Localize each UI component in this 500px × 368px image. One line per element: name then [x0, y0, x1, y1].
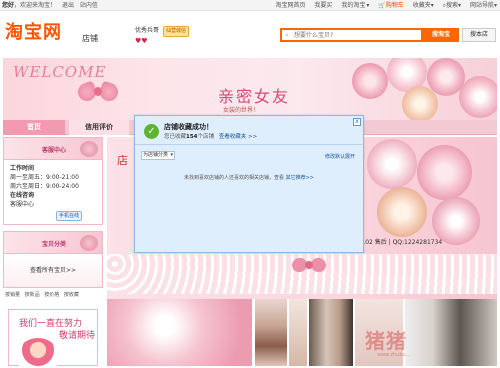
- search-box[interactable]: ⌕: [280, 28, 423, 42]
- ad-line2: 敬请期待: [59, 331, 96, 341]
- product-photo[interactable]: [405, 299, 497, 366]
- check-icon: ✓: [144, 124, 159, 139]
- top-bar-right: 淘宝网首页 我要买 我的淘宝▾ 🛒购物车 收藏夹▾ ⌕搜索▾ 网站导航▾: [268, 0, 497, 11]
- mobile-online-badge[interactable]: 手机在线: [56, 211, 83, 221]
- banner-subtitle: 女装的世界！: [223, 107, 260, 114]
- all-items-link[interactable]: 查看所有宝贝>>: [3, 254, 103, 288]
- category-title: 宝贝分类: [42, 241, 67, 248]
- taobao-logo[interactable]: 淘宝网: [5, 22, 62, 44]
- category-link[interactable]: 按价格: [44, 292, 59, 298]
- sidebar-ad[interactable]: 我们一直在努力 敬请期待: [8, 309, 98, 368]
- product-photo[interactable]: [309, 299, 353, 366]
- chevron-down-icon: ▾: [366, 2, 370, 9]
- product-photo[interactable]: [107, 299, 252, 366]
- category-select[interactable]: 为店铺分类 ▾: [141, 151, 175, 160]
- top-bar-left: 您好，欢迎来淘宝！ 退出 站内信: [2, 0, 102, 11]
- product-photos: [107, 299, 497, 366]
- cartoon-girl-icon: [19, 338, 57, 368]
- my-taobao-menu[interactable]: 我的淘宝▾: [341, 2, 369, 9]
- logo-sub: 店铺: [82, 34, 98, 43]
- search-taobao-button[interactable]: 搜淘宝: [423, 28, 459, 42]
- search-shop-button[interactable]: 搜本店: [462, 28, 496, 42]
- favorites-menu[interactable]: 收藏夹▾: [413, 2, 434, 9]
- buy-link[interactable]: 我要买: [314, 2, 332, 9]
- rating-hearts-icon: ♥♥: [135, 37, 148, 45]
- hours-weekend: 周六至周日：9:00-24:00: [10, 183, 79, 190]
- other-recommendations-link[interactable]: 其它推荐>>: [286, 175, 314, 181]
- tab-reviews[interactable]: 信用评价: [69, 120, 129, 135]
- favorite-count: 154: [186, 134, 198, 140]
- chevron-down-icon: ▾: [170, 152, 173, 158]
- hours-weekday: 周一至周五：9:00-21:00: [10, 174, 79, 181]
- online-title: 在线咨询: [10, 192, 35, 199]
- flower-icon: [80, 141, 98, 157]
- bow-icon: [290, 255, 328, 277]
- service-title: 客服中心: [42, 147, 67, 154]
- banner-title: 亲密女友: [218, 87, 291, 106]
- product-photo[interactable]: [289, 299, 307, 366]
- service-panel-header: 客服中心: [3, 137, 103, 160]
- service-panel-body: 工作时间 周一至周五：9:00-21:00 周六至周日：9:00-24:00 在…: [3, 160, 103, 225]
- edit-default-link[interactable]: 修改默认展开: [325, 153, 355, 160]
- store-char: 店: [117, 154, 128, 167]
- sidebar: 客服中心 工作时间 周一至周五：9:00-21:00 周六至周日：9:00-24…: [3, 137, 103, 368]
- search-input[interactable]: [294, 30, 414, 40]
- cart-link[interactable]: 🛒购物车: [378, 2, 404, 9]
- empty-recommendations: 未找到喜欢店铺的人还喜欢的相关店铺，查看 其它推荐>>: [184, 175, 314, 181]
- top-bar: 您好，欢迎来淘宝！ 退出 站内信 淘宝网首页 我要买 我的淘宝▾ 🛒购物车 收藏…: [0, 0, 500, 11]
- search-icon: ⌕: [285, 31, 289, 39]
- product-photo[interactable]: [255, 299, 287, 366]
- main-roses-image: [357, 137, 497, 247]
- taobao-home-link[interactable]: 淘宝网首页: [275, 2, 305, 9]
- user-greeting: 您好，欢迎来淘宝！: [2, 2, 57, 9]
- dialog-subtitle: 您已收藏154个店铺 查看收藏夹 >>: [164, 134, 258, 140]
- category-link[interactable]: 按新品: [25, 292, 40, 298]
- dialog-title: 店铺收藏成功！: [164, 123, 213, 131]
- divider: [135, 144, 363, 145]
- category-panel-header: 宝贝分类: [3, 231, 103, 254]
- seller-name[interactable]: 优秀兵哥: [135, 27, 159, 34]
- category-links: 按销量 按新品 按价格 按收藏: [3, 288, 103, 301]
- seller-badge: 仙营城信: [162, 26, 189, 37]
- hours-title: 工作时间: [10, 165, 35, 172]
- watermark-logo: 猪猪: [365, 329, 407, 353]
- sitemap-menu[interactable]: 网站导航▾: [470, 2, 497, 9]
- favorite-success-dialog: x ✓ 店铺收藏成功！ 您已收藏154个店铺 查看收藏夹 >> 为店铺分类 ▾ 修…: [134, 115, 364, 253]
- seller-info: 优秀兵哥 仙营城信 ♥♥: [135, 26, 189, 46]
- flower-icon: [80, 235, 98, 251]
- tab-home[interactable]: 首页: [3, 120, 65, 135]
- roses-image: [347, 58, 497, 120]
- shop-banner: WELCOME 亲密女友 女装的世界！: [3, 58, 497, 120]
- close-icon[interactable]: x: [353, 118, 361, 126]
- category-link[interactable]: 按销量: [5, 292, 20, 298]
- logout-link[interactable]: 退出: [62, 2, 74, 9]
- search-menu[interactable]: ⌕搜索▾: [443, 2, 461, 9]
- online-label: 客服中心: [10, 201, 35, 208]
- category-link[interactable]: 按收藏: [64, 292, 79, 298]
- messages-link[interactable]: 站内信: [80, 2, 98, 9]
- bow-icon: [75, 78, 121, 108]
- cart-icon: 🛒: [378, 2, 386, 9]
- watermark-url: www.zhuba...: [377, 352, 411, 358]
- view-favorites-link[interactable]: 查看收藏夹 >>: [219, 134, 257, 140]
